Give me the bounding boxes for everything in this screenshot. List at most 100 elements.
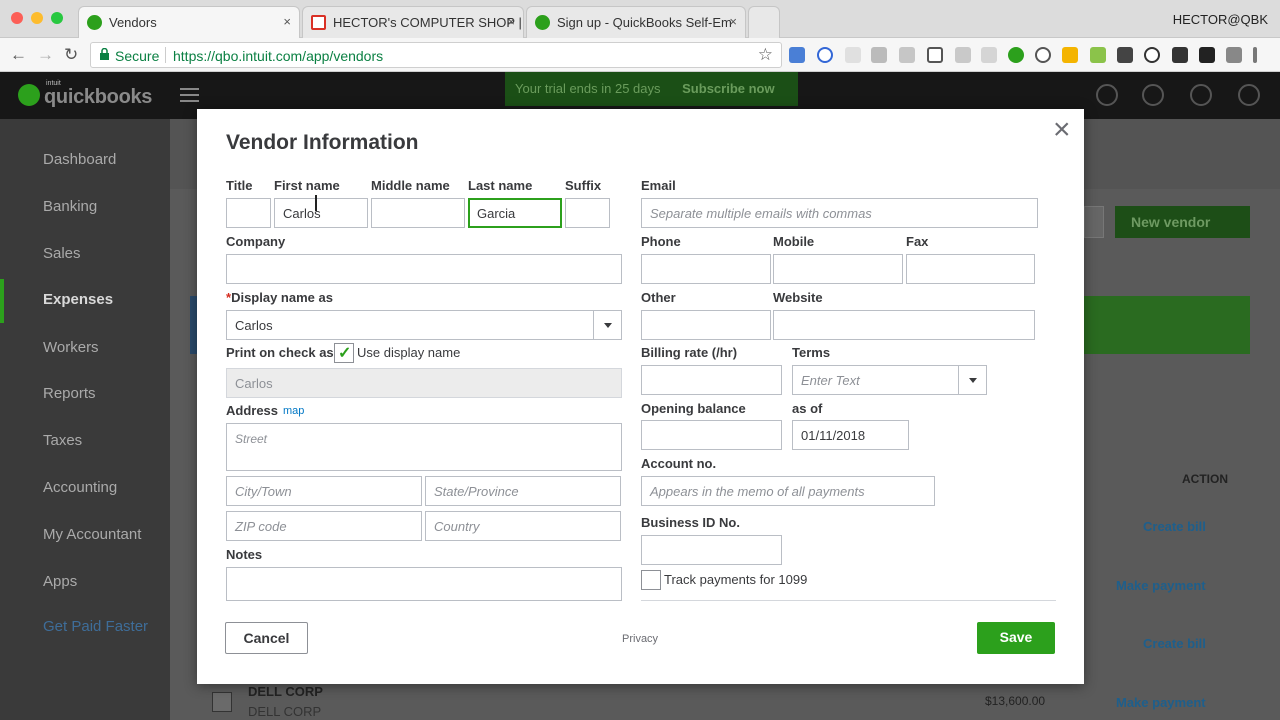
email-field[interactable]: Separate multiple emails with commas	[641, 198, 1038, 228]
forward-icon[interactable]: →	[37, 45, 54, 65]
extension-icon[interactable]	[871, 47, 887, 63]
gear-icon[interactable]	[1190, 84, 1212, 106]
new-vendor-button[interactable]: New vendor	[1115, 206, 1250, 238]
help-icon[interactable]	[1238, 84, 1260, 106]
first-name-field[interactable]: Carlos	[274, 198, 368, 228]
block-extension-icon[interactable]	[1035, 47, 1051, 63]
extension-icon[interactable]	[1172, 47, 1188, 63]
terms-label: Terms	[792, 345, 831, 360]
extension-icon[interactable]	[1226, 47, 1242, 63]
tab-close-icon[interactable]: ×	[283, 14, 291, 29]
app-logo[interactable]: quickbooks	[44, 86, 152, 109]
screenshot-extension-icon[interactable]	[927, 47, 943, 63]
business-id-field[interactable]	[641, 535, 782, 565]
extension-icon[interactable]	[817, 47, 833, 63]
window-minimize-icon[interactable]	[31, 12, 43, 24]
url-text[interactable]: https://qbo.intuit.com/app/vendors	[173, 48, 383, 64]
mobile-field[interactable]	[773, 254, 903, 284]
tab-close-icon[interactable]: ×	[507, 14, 515, 29]
close-icon[interactable]: ×	[1053, 115, 1071, 145]
vendor-name[interactable]: DELL CORP	[248, 684, 323, 699]
sidebar-item-apps[interactable]: Apps	[43, 573, 77, 590]
state-field[interactable]: State/Province	[425, 476, 621, 506]
phone-field[interactable]	[641, 254, 771, 284]
subscribe-link[interactable]: Subscribe now	[682, 81, 774, 96]
notes-field[interactable]	[226, 567, 622, 601]
make-payment-link[interactable]: Make payment	[1116, 695, 1206, 710]
menu-icon[interactable]	[1253, 47, 1257, 63]
wifi-extension-icon[interactable]	[981, 47, 997, 63]
sidebar-item-taxes[interactable]: Taxes	[43, 432, 82, 449]
use-display-name-checkbox[interactable]: ✓	[334, 343, 354, 363]
url-bar[interactable]: Secure https://qbo.intuit.com/app/vendor…	[90, 42, 782, 68]
create-bill-link[interactable]: Create bill	[1143, 636, 1206, 651]
search-icon[interactable]	[1142, 84, 1164, 106]
sidebar-item-dashboard[interactable]: Dashboard	[43, 151, 116, 168]
sidebar-item-get-paid-faster[interactable]: Get Paid Faster	[43, 618, 148, 635]
title-field[interactable]	[226, 198, 271, 228]
more-dropdown[interactable]	[1084, 206, 1104, 238]
fax-field[interactable]	[906, 254, 1035, 284]
privacy-link[interactable]: Privacy	[622, 633, 658, 645]
sidebar-item-workers[interactable]: Workers	[43, 339, 99, 356]
row-checkbox[interactable]	[212, 692, 232, 712]
track-1099-label[interactable]: Track payments for 1099	[664, 572, 807, 587]
middle-name-field[interactable]	[371, 198, 465, 228]
reload-icon[interactable]: ↻	[64, 45, 78, 65]
pocket-extension-icon[interactable]	[1117, 47, 1133, 63]
middle-name-label: Middle name	[371, 178, 450, 193]
sidebar-item-accounting[interactable]: Accounting	[43, 479, 117, 496]
other-field[interactable]	[641, 310, 771, 340]
new-tab-button[interactable]	[748, 6, 780, 38]
use-display-name-label[interactable]: Use display name	[357, 345, 460, 360]
make-payment-link[interactable]: Make payment	[1116, 578, 1206, 593]
save-button[interactable]: Save	[977, 622, 1055, 654]
terms-dropdown-button[interactable]	[958, 366, 986, 394]
tab-hector-computer-shop[interactable]: HECTOR's COMPUTER SHOP | ×	[302, 6, 524, 38]
city-field[interactable]: City/Town	[226, 476, 422, 506]
cancel-button[interactable]: Cancel	[225, 622, 308, 654]
create-bill-link[interactable]: Create bill	[1143, 519, 1206, 534]
hamburger-menu-icon[interactable]	[180, 88, 199, 102]
extension-icon[interactable]	[1199, 47, 1215, 63]
billing-rate-field[interactable]	[641, 365, 782, 395]
extension-icon[interactable]	[845, 47, 861, 63]
extension-icon[interactable]	[1090, 47, 1106, 63]
last-name-field[interactable]: Garcia	[468, 198, 562, 228]
drive-extension-icon[interactable]	[1062, 47, 1078, 63]
tab-close-icon[interactable]: ×	[729, 14, 737, 29]
suffix-field[interactable]	[565, 198, 610, 228]
quickbooks-extension-icon[interactable]	[1008, 47, 1024, 63]
tab-vendors[interactable]: Vendors ×	[78, 6, 300, 38]
display-name-dropdown-button[interactable]	[593, 311, 621, 339]
display-name-select[interactable]: Carlos	[226, 310, 622, 340]
zip-field[interactable]: ZIP code	[226, 511, 422, 541]
notes-label: Notes	[226, 547, 263, 562]
window-close-icon[interactable]	[11, 12, 23, 24]
sidebar-item-reports[interactable]: Reports	[43, 385, 96, 402]
extension-icon[interactable]	[955, 47, 971, 63]
track-1099-checkbox[interactable]	[641, 570, 661, 590]
sidebar-item-my-accountant[interactable]: My Accountant	[43, 526, 141, 543]
info-extension-icon[interactable]	[1144, 47, 1160, 63]
translate-extension-icon[interactable]	[789, 47, 805, 63]
opening-balance-field[interactable]	[641, 420, 782, 450]
back-icon[interactable]: ←	[10, 45, 27, 65]
sidebar-item-banking[interactable]: Banking	[43, 198, 97, 215]
account-no-field[interactable]: Appears in the memo of all payments	[641, 476, 935, 506]
terms-select[interactable]: Enter Text	[792, 365, 987, 395]
extension-icon[interactable]	[899, 47, 915, 63]
bookmark-star-icon[interactable]: ☆	[758, 45, 773, 65]
sidebar-item-expenses[interactable]: Expenses	[43, 291, 113, 308]
street-field[interactable]: Street	[226, 423, 622, 471]
country-field[interactable]: Country	[425, 511, 621, 541]
company-field[interactable]	[226, 254, 622, 284]
window-maximize-icon[interactable]	[51, 12, 63, 24]
as-of-date-field[interactable]: 01/11/2018	[792, 420, 909, 450]
website-field[interactable]	[773, 310, 1035, 340]
create-plus-icon[interactable]	[1096, 84, 1118, 106]
browser-user-label[interactable]: HECTOR@QBK	[1173, 12, 1268, 27]
tab-sign-up-quickbooks[interactable]: Sign up - QuickBooks Self-Em ×	[526, 6, 746, 38]
sidebar-item-sales[interactable]: Sales	[43, 245, 81, 262]
map-link[interactable]: map	[283, 405, 304, 417]
